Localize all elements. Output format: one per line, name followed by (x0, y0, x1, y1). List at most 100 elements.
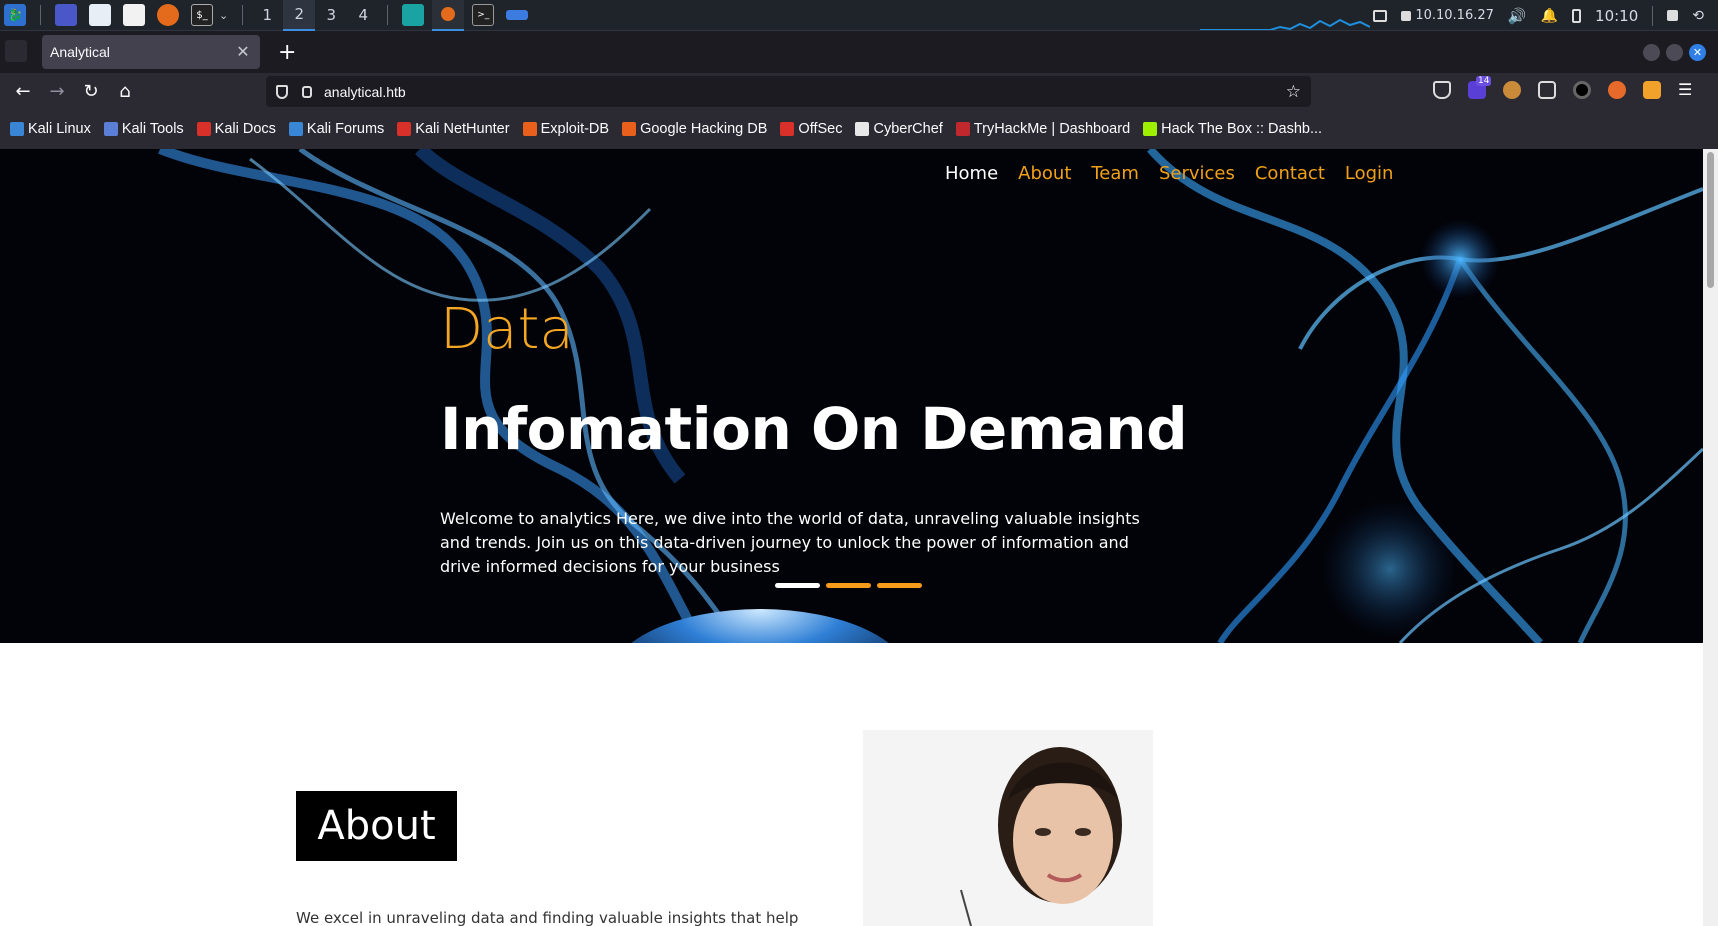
woman-portrait-image (863, 730, 1153, 926)
about-person-image (863, 730, 1153, 926)
bookmark-label: Kali Forums (306, 121, 385, 137)
minimize-button[interactable] (1643, 44, 1660, 61)
firefox-window-icon[interactable] (432, 0, 465, 31)
ip-extension-icon[interactable] (1643, 81, 1661, 99)
bookmark-label: Hack The Box :: Dashb... (1161, 121, 1323, 137)
browser-navbar: ← → ↻ ⌂ analytical.htb ☆ 14 ☰ (0, 73, 1718, 109)
about-heading: About (296, 791, 457, 861)
bookmark-label: Google Hacking DB (640, 121, 768, 137)
taskbar-separator (387, 5, 389, 25)
kali-menu-icon[interactable]: 🐉 (4, 4, 26, 26)
bookmark-kali-nethunter[interactable]: Kali NetHunter (397, 121, 510, 137)
bookmark-hackthebox[interactable]: Hack The Box :: Dashb... (1143, 121, 1322, 137)
carousel-dot-1[interactable] (775, 583, 820, 588)
system-taskbar: 🐉 $_ ⌄ 1 2 3 4 >_ 10.10.16.27 🔊 🔔 10:10 … (0, 0, 1718, 31)
offsec-icon (780, 122, 795, 136)
folder-window-icon[interactable] (506, 10, 529, 20)
scrollbar-thumb[interactable] (1707, 152, 1714, 288)
battery-icon[interactable] (1572, 8, 1582, 23)
shield-icon[interactable] (276, 84, 288, 99)
ghdb-icon (622, 122, 637, 136)
reload-button[interactable]: ↻ (74, 76, 108, 106)
back-button[interactable]: ← (6, 76, 40, 106)
terminal-launcher-icon[interactable]: $_ (191, 4, 213, 26)
nav-contact[interactable]: Contact (1255, 163, 1325, 184)
exploit-db-icon (522, 122, 537, 136)
terminal-window-icon[interactable]: >_ (472, 4, 495, 26)
taskbar-separator (1652, 5, 1654, 26)
fox-extension-icon[interactable] (1608, 81, 1626, 99)
hackthebox-icon (1143, 122, 1158, 136)
tab-title: Analytical (50, 44, 110, 60)
bookmarks-bar: Kali Linux Kali Tools Kali Docs Kali For… (0, 109, 1718, 149)
bookmark-label: CyberChef (873, 121, 943, 137)
screenshot-icon[interactable] (1373, 9, 1388, 22)
web-page: Home About Team Services Contact Login D… (0, 149, 1703, 926)
text-editor-icon[interactable] (123, 4, 145, 26)
bookmark-cyberchef[interactable]: CyberChef (855, 121, 943, 137)
hero-subtitle: Data (440, 297, 574, 362)
url-bar[interactable]: analytical.htb ☆ (266, 76, 1311, 107)
record-icon[interactable] (1573, 81, 1591, 99)
bookmark-kali-linux[interactable]: Kali Linux (10, 121, 91, 137)
bookmark-offsec[interactable]: OffSec (780, 121, 842, 137)
close-tab-icon[interactable]: ✕ (234, 42, 252, 62)
bookmark-label: Kali Linux (28, 121, 91, 137)
workspace-3[interactable]: 3 (315, 0, 347, 31)
bookmark-kali-forums[interactable]: Kali Forums (288, 121, 385, 137)
nav-home[interactable]: Home (945, 163, 998, 184)
carousel-dot-2[interactable] (826, 583, 871, 588)
lock-screen-icon[interactable] (1667, 10, 1679, 21)
nav-about[interactable]: About (1018, 163, 1071, 184)
workspace-4[interactable]: 4 (347, 0, 379, 31)
cookie-icon[interactable] (1503, 81, 1521, 99)
nav-team[interactable]: Team (1091, 163, 1139, 184)
logout-icon[interactable]: ⟲ (1692, 8, 1704, 24)
nethunter-icon (397, 122, 412, 136)
forward-button[interactable]: → (40, 76, 74, 106)
show-desktop-icon[interactable] (55, 4, 77, 26)
lock-icon[interactable] (302, 85, 312, 98)
notifications-icon[interactable]: 🔔 (1541, 8, 1558, 24)
firefox-launcher-icon[interactable] (157, 4, 179, 26)
bookmark-google-hacking-db[interactable]: Google Hacking DB (622, 121, 767, 137)
nav-services[interactable]: Services (1159, 163, 1235, 184)
bookmark-tryhackme[interactable]: TryHackMe | Dashboard (955, 121, 1130, 137)
bookmark-star-icon[interactable]: ☆ (1286, 82, 1301, 102)
home-button[interactable]: ⌂ (108, 76, 142, 106)
app-window-icon[interactable] (402, 4, 425, 26)
kali-tools-icon (103, 122, 118, 136)
kali-docs-icon (196, 122, 211, 136)
tab-list-button[interactable] (5, 40, 27, 62)
tab-analytical[interactable]: Analytical ✕ (42, 35, 260, 69)
bookmark-label: OffSec (798, 121, 843, 137)
workspace-1[interactable]: 1 (251, 0, 283, 31)
tryhackme-icon (955, 122, 970, 136)
close-window-button[interactable]: ✕ (1689, 44, 1706, 61)
bookmark-kali-docs[interactable]: Kali Docs (196, 121, 276, 137)
vpn-indicator[interactable]: 10.10.16.27 (1401, 8, 1494, 23)
bookmark-label: Kali Docs (214, 121, 276, 137)
extension-badge: 14 (1476, 76, 1492, 86)
vpn-lock-icon (1401, 10, 1412, 21)
url-text[interactable]: analytical.htb (324, 84, 1286, 100)
bookmark-label: Kali Tools (121, 121, 184, 137)
new-tab-button[interactable]: + (278, 40, 296, 65)
menu-icon[interactable]: ☰ (1678, 80, 1692, 99)
hero-section: Home About Team Services Contact Login D… (0, 149, 1703, 643)
maximize-button[interactable] (1666, 44, 1683, 61)
workspace-2[interactable]: 2 (283, 0, 316, 31)
file-manager-icon[interactable] (89, 4, 111, 26)
bookmark-kali-tools[interactable]: Kali Tools (103, 121, 184, 137)
bookmark-exploit-db[interactable]: Exploit-DB (522, 121, 610, 137)
clock[interactable]: 10:10 (1595, 7, 1638, 25)
chevron-down-icon[interactable]: ⌄ (219, 9, 228, 22)
hero-title: Infomation On Demand (440, 395, 1188, 463)
carousel-dot-3[interactable] (877, 583, 922, 588)
carousel-indicators (775, 583, 922, 588)
pocket-icon[interactable] (1433, 81, 1451, 99)
nav-login[interactable]: Login (1345, 163, 1394, 184)
volume-icon[interactable]: 🔊 (1508, 7, 1527, 25)
bookmark-label: Exploit-DB (540, 121, 610, 137)
proxy-icon[interactable] (1538, 81, 1556, 99)
